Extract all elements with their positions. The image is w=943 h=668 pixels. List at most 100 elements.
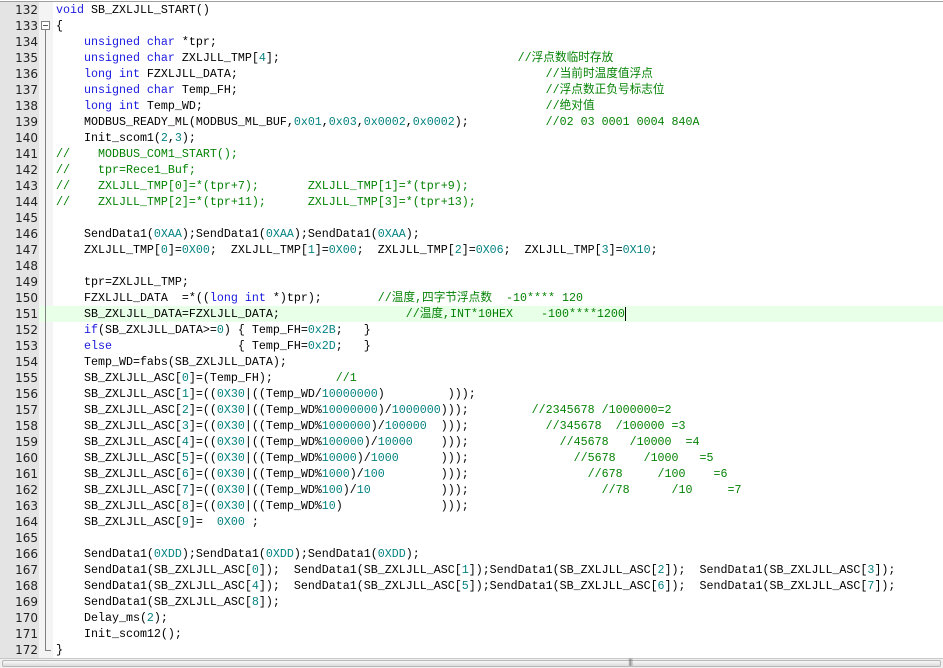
- code-line[interactable]: 160 SB_ZXLJLL_ASC[5]=((0X30|((Temp_WD%10…: [0, 450, 943, 466]
- code-line-content[interactable]: Delay_ms(2);: [56, 610, 168, 626]
- code-line-content[interactable]: Init_scom12();: [56, 626, 182, 642]
- code-text[interactable]: SendData1(SB_ZXLJLL_ASC[8]);: [56, 594, 280, 610]
- code-text[interactable]: }: [56, 642, 63, 658]
- code-line[interactable]: 167 SendData1(SB_ZXLJLL_ASC[0]); SendDat…: [0, 562, 943, 578]
- code-line[interactable]: 149 tpr=ZXLJLL_TMP;: [0, 274, 943, 290]
- code-line-content[interactable]: tpr=ZXLJLL_TMP;: [56, 274, 189, 290]
- code-text[interactable]: SB_ZXLJLL_ASC[0]=(Temp_FH); //1: [56, 370, 357, 386]
- code-text[interactable]: SendData1(0XDD);SendData1(0XDD);SendData…: [56, 546, 420, 562]
- code-text[interactable]: {: [56, 18, 63, 34]
- code-line-content[interactable]: SB_ZXLJLL_ASC[1]=((0X30|((Temp_WD/100000…: [56, 386, 476, 402]
- code-text[interactable]: SendData1(SB_ZXLJLL_ASC[4]); SendData1(S…: [56, 578, 895, 594]
- code-line[interactable]: 170 Delay_ms(2);: [0, 610, 943, 626]
- code-text[interactable]: SB_ZXLJLL_ASC[1]=((0X30|((Temp_WD/100000…: [56, 386, 476, 402]
- code-line-content[interactable]: Init_scom1(2,3);: [56, 130, 196, 146]
- code-text[interactable]: SB_ZXLJLL_ASC[5]=((0X30|((Temp_WD%10000)…: [56, 450, 714, 466]
- code-line-content[interactable]: SB_ZXLJLL_ASC[4]=((0X30|((Temp_WD%100000…: [56, 434, 700, 450]
- code-line[interactable]: 161 SB_ZXLJLL_ASC[6]=((0X30|((Temp_WD%10…: [0, 466, 943, 482]
- code-text[interactable]: SB_ZXLJLL_ASC[3]=((0X30|((Temp_WD%100000…: [56, 418, 686, 434]
- code-line-content[interactable]: unsigned char ZXLJLL_TMP[4]; //浮点数临时存放: [56, 50, 613, 66]
- code-line[interactable]: 159 SB_ZXLJLL_ASC[4]=((0X30|((Temp_WD%10…: [0, 434, 943, 450]
- code-line[interactable]: 134 unsigned char *tpr;: [0, 34, 943, 50]
- code-line-content[interactable]: SB_ZXLJLL_ASC[8]=((0X30|((Temp_WD%10) ))…: [56, 498, 469, 514]
- code-text[interactable]: FZXLJLL_DATA =*((long int *)tpr); //温度,四…: [56, 290, 583, 306]
- code-line[interactable]: 142 // tpr=Rece1_Buf;: [0, 162, 943, 178]
- code-line-content[interactable]: SB_ZXLJLL_ASC[7]=((0X30|((Temp_WD%100)/1…: [56, 482, 742, 498]
- code-line-content[interactable]: SendData1(0XAA);SendData1(0XAA);SendData…: [56, 226, 420, 242]
- code-line[interactable]: 172}: [0, 642, 943, 658]
- code-line[interactable]: 139 MODBUS_READY_ML(MODBUS_ML_BUF,0x01,0…: [0, 114, 943, 130]
- code-line[interactable]: 154 Temp_WD=fabs(SB_ZXLJLL_DATA);: [0, 354, 943, 370]
- code-line-content[interactable]: unsigned char Temp_FH; //浮点数正负号标志位: [56, 82, 665, 98]
- code-line-content[interactable]: else { Temp_FH=0x2D; }: [56, 338, 371, 354]
- code-text[interactable]: MODBUS_READY_ML(MODBUS_ML_BUF,0x01,0x03,…: [56, 114, 700, 130]
- code-text[interactable]: SB_ZXLJLL_ASC[6]=((0X30|((Temp_WD%1000)/…: [56, 466, 728, 482]
- code-line[interactable]: 157 SB_ZXLJLL_ASC[2]=((0X30|((Temp_WD%10…: [0, 402, 943, 418]
- code-line[interactable]: 148: [0, 258, 943, 274]
- code-line-content[interactable]: // ZXLJLL_TMP[0]=*(tpr+7); ZXLJLL_TMP[1]…: [56, 178, 469, 194]
- code-line[interactable]: 165: [0, 530, 943, 546]
- code-line-content[interactable]: Temp_WD=fabs(SB_ZXLJLL_DATA);: [56, 354, 287, 370]
- code-line-content[interactable]: SB_ZXLJLL_ASC[0]=(Temp_FH); //1: [56, 370, 357, 386]
- code-line-content[interactable]: FZXLJLL_DATA =*((long int *)tpr); //温度,四…: [56, 290, 583, 306]
- code-text[interactable]: Init_scom12();: [56, 626, 182, 642]
- code-line[interactable]: 155 SB_ZXLJLL_ASC[0]=(Temp_FH); //1: [0, 370, 943, 386]
- code-text[interactable]: ZXLJLL_TMP[0]=0X00; ZXLJLL_TMP[1]=0X00; …: [56, 242, 658, 258]
- code-line[interactable]: 156 SB_ZXLJLL_ASC[1]=((0X30|((Temp_WD/10…: [0, 386, 943, 402]
- code-text[interactable]: SB_ZXLJLL_ASC[2]=((0X30|((Temp_WD%100000…: [56, 402, 672, 418]
- code-line[interactable]: 151 SB_ZXLJLL_DATA=FZXLJLL_DATA; //温度,IN…: [0, 306, 943, 322]
- code-line-content[interactable]: if(SB_ZXLJLL_DATA>=0) { Temp_FH=0x2B; }: [56, 322, 371, 338]
- code-line-content[interactable]: }: [56, 642, 63, 658]
- code-line[interactable]: 138 long int Temp_WD; //绝对值: [0, 98, 943, 114]
- code-line[interactable]: 150 FZXLJLL_DATA =*((long int *)tpr); //…: [0, 290, 943, 306]
- code-line[interactable]: 162 SB_ZXLJLL_ASC[7]=((0X30|((Temp_WD%10…: [0, 482, 943, 498]
- code-line[interactable]: 163 SB_ZXLJLL_ASC[8]=((0X30|((Temp_WD%10…: [0, 498, 943, 514]
- code-text[interactable]: SendData1(SB_ZXLJLL_ASC[0]); SendData1(S…: [56, 562, 895, 578]
- code-line-content[interactable]: SendData1(SB_ZXLJLL_ASC[4]); SendData1(S…: [56, 578, 895, 594]
- fold-collapse-icon[interactable]: [41, 21, 50, 30]
- code-line-content[interactable]: SB_ZXLJLL_DATA=FZXLJLL_DATA; //温度,INT*10…: [56, 306, 626, 322]
- code-text[interactable]: long int FZXLJLL_DATA; //当前时温度值浮点: [56, 66, 653, 82]
- code-line[interactable]: 166 SendData1(0XDD);SendData1(0XDD);Send…: [0, 546, 943, 562]
- code-line[interactable]: 169 SendData1(SB_ZXLJLL_ASC[8]);: [0, 594, 943, 610]
- code-line[interactable]: 146 SendData1(0XAA);SendData1(0XAA);Send…: [0, 226, 943, 242]
- code-line[interactable]: 144 // ZXLJLL_TMP[2]=*(tpr+11); ZXLJLL_TM…: [0, 194, 943, 210]
- code-text[interactable]: unsigned char *tpr;: [56, 34, 217, 50]
- code-line-content[interactable]: // tpr=Rece1_Buf;: [56, 162, 196, 178]
- code-text[interactable]: // ZXLJLL_TMP[0]=*(tpr+7); ZXLJLL_TMP[1]…: [56, 178, 469, 194]
- code-line[interactable]: 168 SendData1(SB_ZXLJLL_ASC[4]); SendDat…: [0, 578, 943, 594]
- code-line[interactable]: 141 // MODBUS_COM1_START();: [0, 146, 943, 162]
- code-line[interactable]: 133 {: [0, 18, 943, 34]
- code-line-content[interactable]: MODBUS_READY_ML(MODBUS_ML_BUF,0x01,0x03,…: [56, 114, 700, 130]
- code-text[interactable]: // tpr=Rece1_Buf;: [56, 162, 196, 178]
- code-text[interactable]: // ZXLJLL_TMP[2]=*(tpr+11); ZXLJLL_TMP[3…: [56, 194, 476, 210]
- code-line-content[interactable]: unsigned char *tpr;: [56, 34, 217, 50]
- code-text[interactable]: SB_ZXLJLL_DATA=FZXLJLL_DATA; //温度,INT*10…: [56, 306, 625, 322]
- scrollbar-thumb[interactable]: [2, 660, 941, 667]
- code-line[interactable]: 152 if(SB_ZXLJLL_DATA>=0) { Temp_FH=0x2B…: [0, 322, 943, 338]
- code-text[interactable]: SB_ZXLJLL_ASC[7]=((0X30|((Temp_WD%100)/1…: [56, 482, 742, 498]
- code-line-content[interactable]: long int FZXLJLL_DATA; //当前时温度值浮点: [56, 66, 653, 82]
- code-line-content[interactable]: SB_ZXLJLL_ASC[9]= 0X00 ;: [56, 514, 259, 530]
- code-text[interactable]: else { Temp_FH=0x2D; }: [56, 338, 371, 354]
- code-text[interactable]: unsigned char Temp_FH; //浮点数正负号标志位: [56, 82, 665, 98]
- code-line[interactable]: 135 unsigned char ZXLJLL_TMP[4]; //浮点数临时…: [0, 50, 943, 66]
- code-line-content[interactable]: // MODBUS_COM1_START();: [56, 146, 238, 162]
- code-line-content[interactable]: SB_ZXLJLL_ASC[6]=((0X30|((Temp_WD%1000)/…: [56, 466, 728, 482]
- code-line[interactable]: 153 else { Temp_FH=0x2D; }: [0, 338, 943, 354]
- code-line-content[interactable]: SendData1(0XDD);SendData1(0XDD);SendData…: [56, 546, 420, 562]
- code-text[interactable]: unsigned char ZXLJLL_TMP[4]; //浮点数临时存放: [56, 50, 613, 66]
- code-line-content[interactable]: SendData1(SB_ZXLJLL_ASC[8]);: [56, 594, 280, 610]
- code-line[interactable]: 140 Init_scom1(2,3);: [0, 130, 943, 146]
- code-line[interactable]: 143 // ZXLJLL_TMP[0]=*(tpr+7); ZXLJLL_TMP…: [0, 178, 943, 194]
- code-line-content[interactable]: {: [56, 18, 63, 34]
- code-line[interactable]: 132 void SB_ZXLJLL_START(): [0, 2, 943, 18]
- code-text[interactable]: tpr=ZXLJLL_TMP;: [56, 274, 189, 290]
- code-text[interactable]: SB_ZXLJLL_ASC[8]=((0X30|((Temp_WD%10) ))…: [56, 498, 469, 514]
- code-line-content[interactable]: SB_ZXLJLL_ASC[3]=((0X30|((Temp_WD%100000…: [56, 418, 686, 434]
- code-text[interactable]: // MODBUS_COM1_START();: [56, 146, 238, 162]
- code-line[interactable]: 164 SB_ZXLJLL_ASC[9]= 0X00 ;: [0, 514, 943, 530]
- code-line[interactable]: 171 Init_scom12();: [0, 626, 943, 642]
- code-text[interactable]: if(SB_ZXLJLL_DATA>=0) { Temp_FH=0x2B; }: [56, 322, 371, 338]
- code-text[interactable]: long int Temp_WD; //绝对值: [56, 98, 595, 114]
